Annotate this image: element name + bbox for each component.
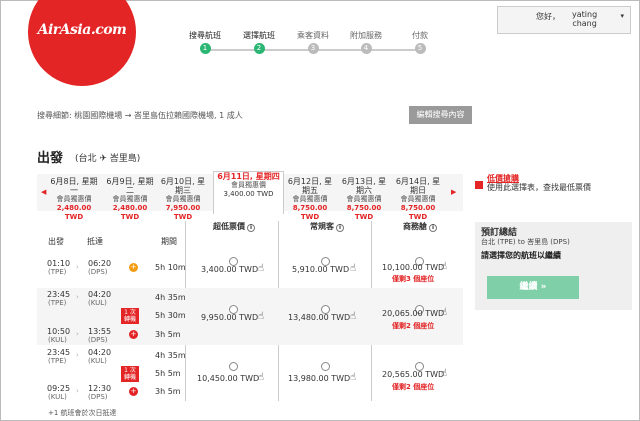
user-greeting: 您好， — [536, 12, 560, 21]
cursor-hand-icon: ☝ — [350, 372, 357, 383]
step-payment: 付款 5 — [412, 31, 428, 54]
low-fare-link[interactable]: 低價搶購 — [487, 174, 519, 183]
seats-left: 僅剩2 個座位 — [392, 322, 435, 330]
search-summary: 搜尋細節: 桃園國際機場 → 峇里島伍拉賴國際機場, 1 成人 — [37, 111, 243, 120]
step-passenger: 乘客資料 3 — [297, 31, 329, 54]
col-arrive: 抵達 — [87, 237, 103, 246]
fare-radio[interactable] — [229, 362, 238, 371]
next-dates-icon[interactable]: ▶ — [451, 188, 456, 196]
flight-table-header: 超低票價 i 常規客 i 商務艙 i 出發 抵達 期間 — [37, 221, 463, 247]
cursor-hand-icon: ☝ — [441, 261, 448, 272]
transfer-badge: 1 次轉機 — [121, 308, 139, 324]
route-label: (台北 ✈ 峇里島) — [75, 154, 141, 164]
seats-left: 僅剩3 個座位 — [392, 275, 435, 283]
arrow-right-icon: › — [76, 263, 79, 271]
flight-row: 23:45 (TPE) › 04:20 (KUL) 4h 35m 1 次轉機 5… — [47, 348, 448, 402]
info-icon[interactable]: i — [336, 224, 344, 232]
cursor-hand-icon: ☝ — [350, 311, 357, 322]
user-menu[interactable]: 您好， yating chang ▾ — [497, 6, 631, 34]
continue-button[interactable]: 繼續 » — [487, 276, 579, 299]
user-name: yating chang — [572, 10, 598, 28]
step-search: 搜尋航班 1 — [189, 31, 221, 54]
date-option[interactable]: 6月14日, 星期日 會員獨惠價 8,750.00 TWD — [393, 177, 443, 222]
info-icon[interactable]: i — [247, 224, 255, 232]
summary-prompt: 請選擇您的航班以繼續 — [481, 251, 561, 260]
cursor-hand-icon: ☝ — [258, 311, 265, 322]
step-dot: 5 — [414, 43, 426, 54]
calendar-icon — [475, 181, 483, 189]
step-addons: 附加服務 4 — [350, 31, 382, 54]
date-selector: ◀ 6月8日, 星期一 會員獨惠價 2,480.00 TWD 6月9日, 星期二 會員… — [37, 171, 463, 221]
step-dot: 2 — [253, 43, 265, 54]
date-option[interactable]: 6月13日, 星期六 會員獨惠價 8,750.00 TWD — [339, 177, 389, 222]
flight-info-icon[interactable]: + — [129, 263, 138, 272]
date-option[interactable]: 6月8日, 星期一 會員獨惠價 2,480.00 TWD — [49, 177, 99, 222]
flight-row: 23:45 (TPE) › 04:20 (KUL) 4h 35m 1 次轉機 5… — [37, 288, 463, 345]
cursor-hand-icon: ☝ — [350, 263, 357, 274]
footnote: +1 航班會於次日抵達 — [48, 409, 117, 417]
step-select: 選擇航班 2 — [243, 31, 275, 54]
date-option[interactable]: 6月9日, 星期二 會員獨惠價 2,480.00 TWD — [105, 177, 155, 222]
arrow-right-icon: › — [76, 330, 79, 338]
arrow-right-icon: › — [76, 387, 79, 395]
date-option-selected[interactable]: 6月11日, 星期四 會員獨惠價 3,400.00 TWD — [213, 171, 284, 214]
fare-radio[interactable] — [321, 362, 330, 371]
cursor-hand-icon: ☝ — [258, 263, 265, 274]
col-duration: 期間 — [161, 237, 177, 246]
info-icon[interactable]: i — [429, 224, 437, 232]
arrow-right-icon: › — [76, 293, 79, 301]
cursor-hand-icon: ☝ — [441, 368, 448, 379]
page-title: 出發 — [37, 151, 64, 166]
logo-text: AirAsia.com — [37, 22, 127, 38]
edit-search-button[interactable]: 編輯搜尋內容 — [409, 106, 472, 124]
flight-info-icon[interactable]: + — [129, 330, 138, 339]
booking-progress: 搜尋航班 1 選擇航班 2 乘客資料 3 附加服務 4 付款 5 — [186, 30, 436, 60]
transfer-badge: 1 次轉機 — [121, 366, 139, 382]
summary-route: 台北 (TPE) to 峇里島 (DPS) — [481, 238, 570, 246]
flight-info-icon[interactable]: + — [129, 387, 138, 396]
step-dot: 4 — [360, 43, 372, 54]
step-dot: 1 — [199, 43, 211, 54]
step-dot: 3 — [307, 43, 319, 54]
low-fare-legend: 低價搶購 使用此選擇表，查找最低票價 — [487, 174, 591, 192]
col-depart: 出發 — [48, 237, 64, 246]
prev-dates-icon[interactable]: ◀ — [41, 188, 46, 196]
cursor-hand-icon: ☝ — [441, 307, 448, 318]
cursor-hand-icon: ☝ — [258, 372, 265, 383]
flight-row: 01:10 (TPE) › 06:20 (DPS) + 5h 10m 3,400… — [47, 257, 448, 283]
date-option[interactable]: 6月12日, 星期五 會員獨惠價 8,750.00 TWD — [285, 177, 335, 222]
date-option[interactable]: 6月10日, 星期三 會員獨惠價 7,950.00 TWD — [158, 177, 208, 222]
seats-left: 僅剩2 個座位 — [392, 383, 435, 391]
arrow-right-icon: › — [76, 351, 79, 359]
chevron-down-icon[interactable]: ▾ — [620, 12, 624, 20]
